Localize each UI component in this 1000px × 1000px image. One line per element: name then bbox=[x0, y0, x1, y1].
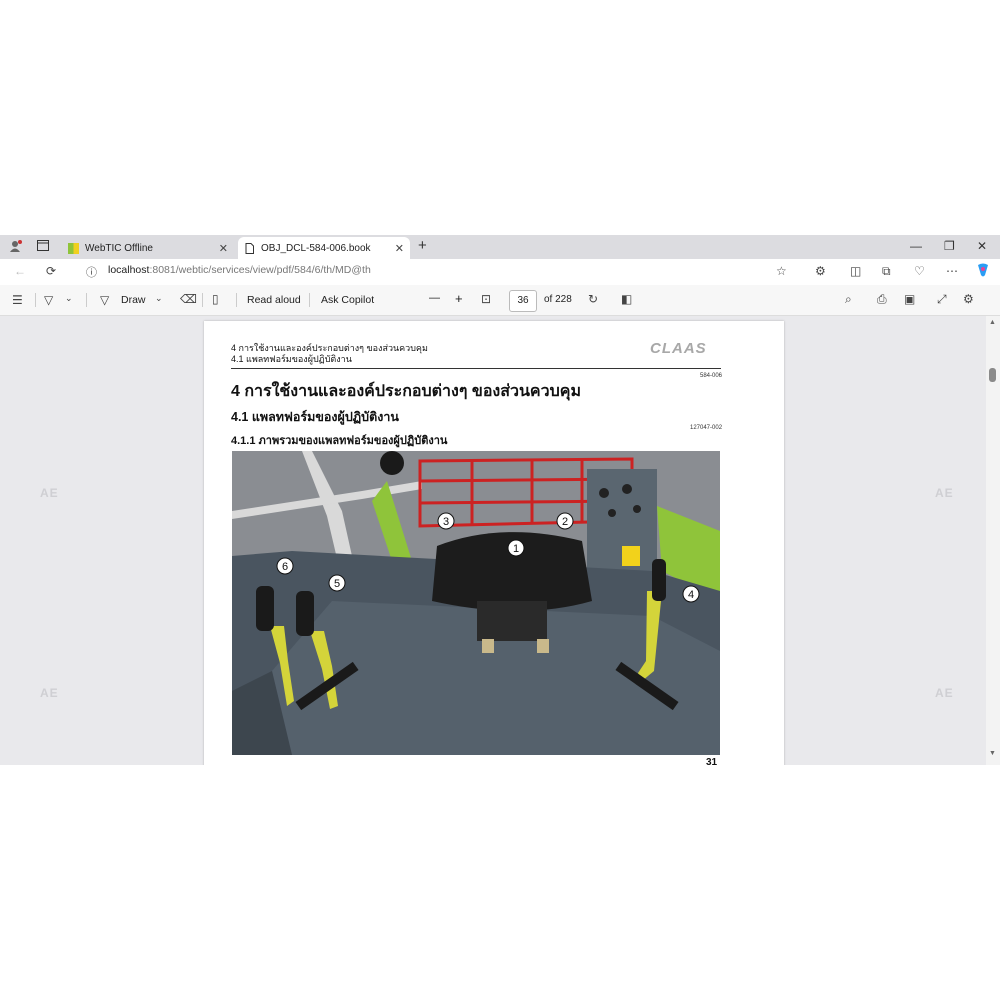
browser-essentials-icon[interactable]: ♡ bbox=[914, 264, 925, 278]
pdf-page: 4 การใช้งานและองค์ประกอบต่างๆ ของส่วนควบ… bbox=[204, 321, 784, 765]
callout-3: 3 bbox=[443, 516, 449, 528]
callout-6: 6 bbox=[282, 561, 288, 573]
minimize-button[interactable]: — bbox=[910, 239, 922, 253]
copilot-icon[interactable] bbox=[975, 262, 991, 281]
divider bbox=[35, 293, 36, 307]
collections-icon[interactable]: ⧉ bbox=[882, 264, 891, 279]
read-aloud-button[interactable]: Read aloud bbox=[247, 294, 301, 306]
callout-5: 5 bbox=[334, 578, 340, 590]
profile-icon[interactable] bbox=[9, 239, 23, 256]
draw-button[interactable]: Draw bbox=[121, 294, 146, 306]
search-icon[interactable]: ⌕ bbox=[845, 292, 852, 307]
close-tab-icon[interactable]: ✕ bbox=[219, 242, 228, 255]
page-view-icon[interactable]: ◧ bbox=[621, 292, 632, 306]
read-aloud-icon[interactable]: ▯ bbox=[212, 292, 219, 306]
divider bbox=[236, 293, 237, 307]
claas-logo: CLAAS bbox=[650, 340, 707, 357]
chapter-heading: 4 การใช้งานและองค์ประกอบต่างๆ ของส่วนควบ… bbox=[231, 383, 582, 400]
save-icon[interactable]: ▣ bbox=[904, 292, 915, 306]
eraser-icon[interactable]: ⌫ bbox=[180, 292, 197, 306]
tab-pdf-book[interactable]: OBJ_DCL-584-006.book ✕ bbox=[238, 237, 410, 259]
settings-gear-icon[interactable]: ⚙ bbox=[963, 292, 974, 306]
tab-webtic-offline[interactable]: WebTIC Offline ✕ bbox=[62, 237, 234, 259]
scroll-down-icon[interactable]: ▼ bbox=[989, 750, 996, 757]
site-info-icon[interactable]: ⓘ bbox=[86, 264, 97, 280]
fit-page-icon[interactable]: ⊡ bbox=[481, 292, 491, 306]
divider bbox=[202, 293, 203, 307]
watermark: AE bbox=[935, 486, 954, 500]
watermark: AE bbox=[40, 686, 59, 700]
tab-actions-icon[interactable] bbox=[37, 240, 49, 254]
browser-window: WebTIC Offline ✕ OBJ_DCL-584-006.book ✕ … bbox=[0, 235, 1000, 765]
page-number-input[interactable]: 36 bbox=[509, 290, 537, 312]
url-path: :8081/webtic/services/view/pdf/584/6/th/… bbox=[149, 264, 371, 276]
print-icon[interactable]: ⎙ bbox=[877, 292, 887, 307]
doc-code: 584-006 bbox=[700, 373, 723, 379]
more-menu-icon[interactable]: ⋯ bbox=[946, 264, 958, 278]
url-host: localhost bbox=[108, 264, 150, 276]
header-rule bbox=[231, 368, 721, 369]
refresh-icon[interactable]: ⟳ bbox=[46, 264, 56, 278]
running-subhead: 4.1 แพลทฟอร์มของผู้ปฏิบัติงาน bbox=[231, 354, 352, 364]
pdf-viewer: AE AE AE AE AE 4 การใช้งานและองค์ประกอบต… bbox=[0, 316, 986, 765]
chevron-down-icon[interactable]: ⌄ bbox=[155, 293, 163, 304]
tab-bar: WebTIC Offline ✕ OBJ_DCL-584-006.book ✕ … bbox=[0, 235, 1000, 259]
divider bbox=[86, 293, 87, 307]
split-screen-icon[interactable]: ◫ bbox=[850, 264, 861, 278]
close-window-button[interactable]: ✕ bbox=[977, 239, 987, 253]
new-tab-button[interactable]: + bbox=[418, 237, 427, 254]
page-number: 31 bbox=[706, 757, 718, 765]
highlight-icon[interactable]: ▽ bbox=[44, 293, 53, 307]
scroll-thumb[interactable] bbox=[989, 368, 996, 382]
page-total: of 228 bbox=[544, 294, 572, 305]
contents-icon[interactable]: ☰ bbox=[12, 293, 23, 307]
draw-icon[interactable]: ▽ bbox=[100, 293, 109, 307]
pdf-toolbar: ☰ ▽ ⌄ ▽ Draw ⌄ ⌫ ▯ Read aloud Ask Copilo… bbox=[0, 285, 1000, 316]
scroll-up-icon[interactable]: ▲ bbox=[989, 319, 996, 326]
address-bar: ← ⟳ ⓘ localhost:8081/webtic/services/vie… bbox=[0, 259, 1000, 285]
tab-title: WebTIC Offline bbox=[85, 242, 153, 254]
tab-title: OBJ_DCL-584-006.book bbox=[261, 242, 371, 254]
zoom-in-button[interactable]: + bbox=[455, 291, 463, 306]
extensions-icon[interactable]: ⚙ bbox=[815, 264, 826, 278]
close-tab-icon[interactable]: ✕ bbox=[395, 242, 404, 255]
divider bbox=[309, 293, 310, 307]
maximize-button[interactable]: ❐ bbox=[944, 239, 955, 253]
callout-2: 2 bbox=[562, 516, 568, 528]
section-heading: 4.1 แพลทฟอร์มของผู้ปฏิบัติงาน bbox=[231, 410, 399, 424]
operator-platform-photo: 1 2 3 4 5 6 bbox=[232, 451, 720, 755]
back-icon[interactable]: ← bbox=[14, 264, 26, 278]
watermark: AE bbox=[40, 486, 59, 500]
document-icon bbox=[244, 242, 255, 254]
figure-code: 127047-002 bbox=[690, 425, 723, 431]
vertical-scrollbar[interactable]: ▲ ▼ bbox=[986, 316, 1000, 765]
url-field[interactable]: localhost:8081/webtic/services/view/pdf/… bbox=[108, 264, 371, 276]
chevron-down-icon[interactable]: ⌄ bbox=[65, 293, 73, 304]
callout-1: 1 bbox=[513, 543, 519, 555]
ask-copilot-button[interactable]: Ask Copilot bbox=[321, 294, 374, 306]
zoom-out-button[interactable]: — bbox=[429, 292, 440, 304]
watermark: AE bbox=[935, 686, 954, 700]
favorite-star-icon[interactable]: ☆ bbox=[776, 264, 787, 278]
fullscreen-icon[interactable]: ⤢ bbox=[937, 292, 947, 307]
subsection-heading: 4.1.1 ภาพรวมของแพลทฟอร์มของผู้ปฏิบัติงาน bbox=[231, 435, 448, 447]
rotate-icon[interactable]: ↻ bbox=[588, 292, 598, 306]
webtic-favicon-icon bbox=[68, 242, 79, 254]
callout-4: 4 bbox=[688, 589, 694, 601]
